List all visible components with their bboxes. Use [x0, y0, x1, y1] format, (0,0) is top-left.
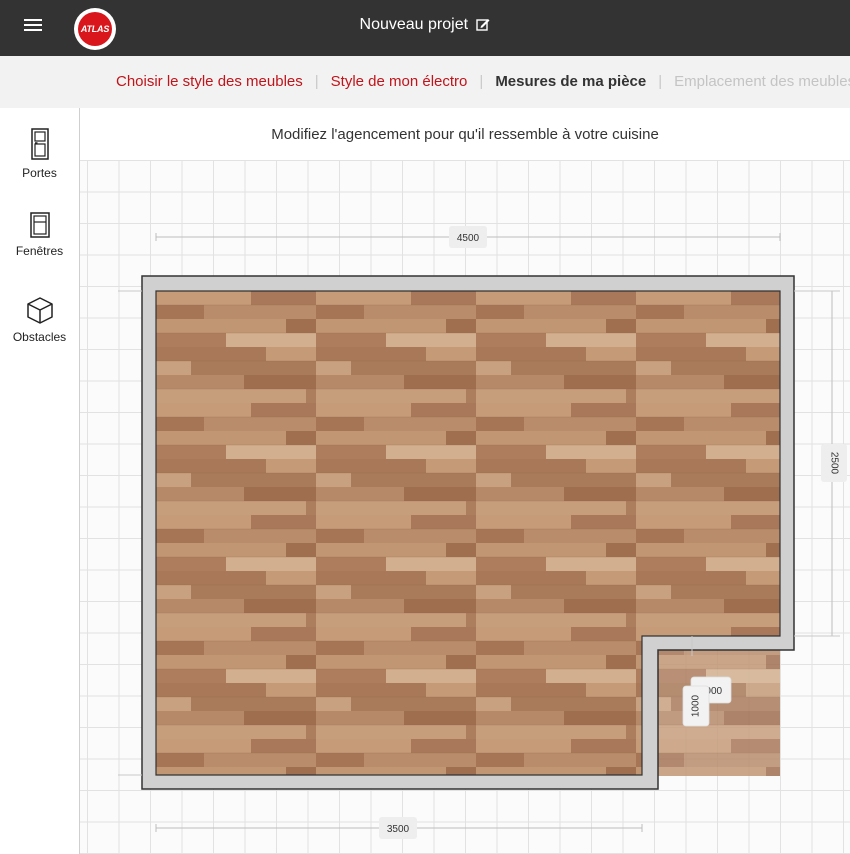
step-furniture-style[interactable]: Choisir le style des meubles [116, 73, 303, 90]
dimension-label-notch-height[interactable]: 1000 [682, 685, 710, 727]
dimension-label-right[interactable]: 2500 [821, 444, 847, 482]
sidebar-item-label: Portes [22, 166, 57, 180]
project-title-label: Nouveau projet [359, 16, 469, 33]
floor-extension [658, 650, 780, 776]
dimension-notch-height-value: 1000 [691, 694, 702, 717]
dimension-label-bottom[interactable]: 3500 [379, 817, 417, 839]
sidebar-item-label: Fenêtres [15, 244, 64, 258]
dimension-top-value: 4500 [457, 233, 480, 244]
sidebar-item-doors[interactable]: Portes [0, 128, 79, 180]
step-furniture-placement: Emplacement des meubles [674, 73, 850, 90]
top-bar: ATLAS Nouveau projet [0, 0, 850, 56]
cube-icon [26, 297, 53, 324]
dimension-label-top[interactable]: 4500 [449, 226, 487, 248]
step-separator: | [479, 73, 484, 90]
sidebar-item-windows[interactable]: Fenêtres [0, 212, 79, 258]
dimension-bottom-value: 3500 [387, 824, 410, 835]
sidebar-item-obstacles[interactable]: Obstacles [0, 296, 79, 344]
step-separator: | [658, 73, 663, 90]
steps-nav: Choisir le style des meubles | Style de mo… [116, 73, 850, 90]
sidebar-item-label: Obstacles [12, 330, 67, 344]
step-appliance-style[interactable]: Style de mon électro [331, 73, 468, 90]
step-separator: | [314, 73, 319, 90]
step-room-measurements[interactable]: Mesures de ma pièce [495, 73, 646, 90]
project-title[interactable]: Nouveau projet [0, 16, 850, 34]
plan-canvas[interactable]: Modifiez l'agencement pour qu'il ressemb… [80, 108, 850, 854]
tools-sidebar: Portes Fenêtres Obstacles [0, 108, 80, 854]
dimension-right-value: 2500 [828, 452, 839, 475]
window-icon [29, 212, 50, 238]
door-icon [30, 128, 49, 160]
steps-bar: Choisir le style des meubles | Style de mo… [0, 56, 850, 108]
room-plan[interactable]: 4500 2500 3500 1000 1000 [80, 108, 850, 854]
pencil-edit-icon[interactable] [476, 17, 490, 31]
